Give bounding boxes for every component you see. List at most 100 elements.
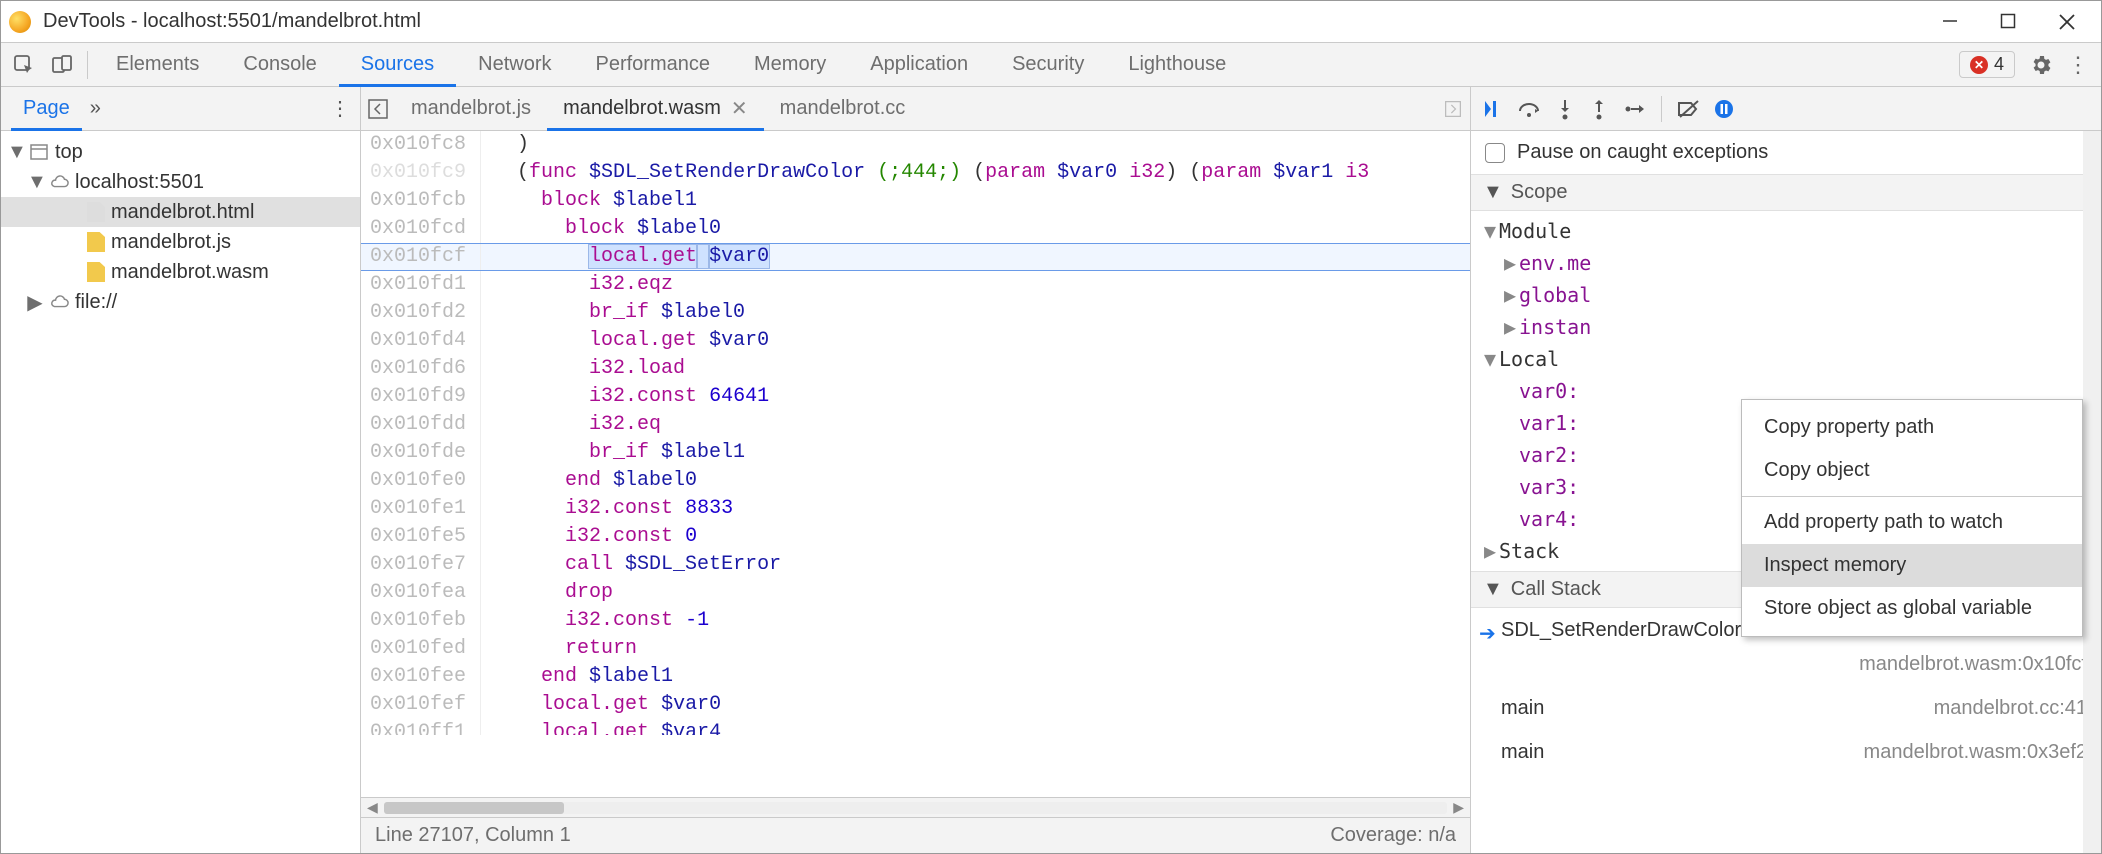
panel-tab-console[interactable]: Console — [221, 43, 338, 86]
panel-tabs: ElementsConsoleSourcesNetworkPerformance… — [1, 43, 2101, 87]
call-stack-frame[interactable]: mainmandelbrot.cc:41 — [1471, 686, 2101, 730]
code-line[interactable]: 0x010fd4 local.get $var0 — [361, 327, 1470, 355]
scope-item[interactable]: ▶env.me — [1471, 247, 2101, 279]
code-line[interactable]: 0x010fcf local.get $var0 — [361, 243, 1470, 271]
error-count-badge[interactable]: ✕ 4 — [1959, 51, 2015, 78]
kebab-menu-icon[interactable]: ⋮ — [2067, 52, 2089, 78]
vertical-scrollbar[interactable] — [2083, 131, 2101, 853]
code-line[interactable]: 0x010fd9 i32.const 64641 — [361, 383, 1470, 411]
code-line[interactable]: 0x010fcb block $label1 — [361, 187, 1470, 215]
devtools-window: DevTools - localhost:5501/mandelbrot.htm… — [0, 0, 2102, 854]
deactivate-breakpoints-icon[interactable] — [1676, 98, 1700, 120]
error-count: 4 — [1994, 54, 2004, 75]
code-line[interactable]: 0x010fd2 br_if $label0 — [361, 299, 1470, 327]
close-button[interactable] — [2057, 12, 2077, 32]
horizontal-scrollbar[interactable]: ◀▶ — [361, 797, 1470, 817]
scope-item[interactable]: ▶global — [1471, 279, 2101, 311]
tree-file[interactable]: mandelbrot.html — [1, 197, 360, 227]
tree-top-frame[interactable]: ▼ top — [1, 137, 360, 167]
panel-tab-lighthouse[interactable]: Lighthouse — [1106, 43, 1248, 86]
context-menu-item[interactable]: Copy property path — [1742, 406, 2082, 449]
navigator-tab-page[interactable]: Page — [11, 87, 82, 130]
scope-item[interactable]: ▶instan — [1471, 311, 2101, 343]
tree-file-scheme[interactable]: ▶ file:// — [1, 287, 360, 317]
code-line[interactable]: 0x010fe0 end $label0 — [361, 467, 1470, 495]
panel-tab-memory[interactable]: Memory — [732, 43, 848, 86]
code-line[interactable]: 0x010fee end $label1 — [361, 663, 1470, 691]
panel-tab-elements[interactable]: Elements — [94, 43, 221, 86]
call-stack-frame[interactable]: main mandelbrot.wasm:0x3ef2 — [1471, 730, 2101, 774]
scope-header[interactable]: ▼ Scope — [1471, 174, 2101, 211]
step-over-icon[interactable] — [1517, 98, 1541, 120]
code-line[interactable]: 0x010fe1 i32.const 8833 — [361, 495, 1470, 523]
step-icon[interactable] — [1623, 98, 1647, 120]
close-icon[interactable]: ✕ — [731, 96, 748, 121]
tree-file[interactable]: mandelbrot.wasm — [1, 257, 360, 287]
step-into-icon[interactable] — [1555, 98, 1575, 120]
code-line[interactable]: 0x010fc8 ) — [361, 131, 1470, 159]
frame-location: mandelbrot.wasm:0x10fcf — [1501, 648, 2087, 680]
code-line[interactable]: 0x010fcd block $label0 — [361, 215, 1470, 243]
cloud-icon — [49, 292, 69, 312]
tree-label: mandelbrot.wasm — [111, 261, 269, 284]
frame-location: mandelbrot.wasm:0x3ef2 — [1864, 736, 2087, 768]
file-tab[interactable]: mandelbrot.js — [395, 87, 547, 130]
step-out-icon[interactable] — [1589, 98, 1609, 120]
file-tab-label: mandelbrot.wasm — [563, 97, 721, 120]
file-tab-label: mandelbrot.js — [411, 97, 531, 120]
scope-module[interactable]: ▼Module — [1471, 215, 2101, 247]
app-icon — [9, 11, 31, 33]
file-tree: ▼ top ▼ localhost:5501 mandelbrot.htmlma… — [1, 131, 360, 853]
navigator-panel: Page » ⋮ ▼ top ▼ localhost:5501 mandelbr… — [1, 87, 361, 853]
context-menu-item[interactable]: Inspect memory — [1742, 544, 2082, 587]
code-line[interactable]: 0x010fea drop — [361, 579, 1470, 607]
code-line[interactable]: 0x010ff1 local.get $var4 — [361, 719, 1470, 735]
file-icon — [87, 232, 105, 252]
panel-tab-application[interactable]: Application — [848, 43, 990, 86]
code-line[interactable]: 0x010fdd i32.eq — [361, 411, 1470, 439]
pause-on-exceptions-checkbox[interactable]: Pause on caught exceptions — [1471, 131, 2101, 174]
code-editor[interactable]: 0x010fc8 )0x010fc9 (func $SDL_SetRenderD… — [361, 131, 1470, 797]
context-menu-item[interactable]: Store object as global variable — [1742, 587, 2082, 630]
panel-tab-performance[interactable]: Performance — [574, 43, 733, 86]
code-line[interactable]: 0x010fc9 (func $SDL_SetRenderDrawColor (… — [361, 159, 1470, 187]
resume-icon[interactable] — [1481, 98, 1503, 120]
navigator-more-tabs[interactable]: » — [82, 97, 109, 120]
nav-back-icon[interactable] — [361, 92, 395, 126]
settings-icon[interactable] — [2029, 53, 2053, 77]
panel-tab-sources[interactable]: Sources — [339, 43, 456, 86]
code-line[interactable]: 0x010fd6 i32.load — [361, 355, 1470, 383]
cursor-position: Line 27107, Column 1 — [375, 824, 571, 847]
inspect-element-icon[interactable] — [5, 45, 43, 85]
status-bar: Line 27107, Column 1 Coverage: n/a — [361, 817, 1470, 853]
context-menu-item[interactable]: Copy object — [1742, 449, 2082, 492]
code-line[interactable]: 0x010fd1 i32.eqz — [361, 271, 1470, 299]
code-line[interactable]: 0x010fe5 i32.const 0 — [361, 523, 1470, 551]
minimize-button[interactable] — [1941, 12, 1959, 32]
tree-origin[interactable]: ▼ localhost:5501 — [1, 167, 360, 197]
context-menu-item[interactable]: Add property path to watch — [1742, 501, 2082, 544]
frame-function: main — [1501, 692, 1544, 724]
code-line[interactable]: 0x010fde br_if $label1 — [361, 439, 1470, 467]
code-line[interactable]: 0x010fe7 call $SDL_SetError — [361, 551, 1470, 579]
file-tab[interactable]: mandelbrot.wasm ✕ — [547, 87, 764, 130]
navigator-menu-icon[interactable]: ⋮ — [330, 96, 350, 121]
device-toolbar-icon[interactable] — [43, 45, 81, 85]
nav-fwd-icon[interactable] — [1436, 92, 1470, 126]
code-line[interactable]: 0x010fef local.get $var0 — [361, 691, 1470, 719]
source-panel: mandelbrot.jsmandelbrot.wasm✕mandelbrot.… — [361, 87, 1471, 853]
code-line[interactable]: 0x010fed return — [361, 635, 1470, 663]
pause-exceptions-icon[interactable] — [1714, 99, 1734, 119]
cloud-icon — [49, 172, 69, 192]
file-tabs: mandelbrot.jsmandelbrot.wasm✕mandelbrot.… — [361, 87, 1470, 131]
panel-tab-security[interactable]: Security — [990, 43, 1106, 86]
panel-tab-network[interactable]: Network — [456, 43, 573, 86]
maximize-button[interactable] — [1999, 12, 2017, 32]
code-line[interactable]: 0x010feb i32.const -1 — [361, 607, 1470, 635]
scope-local[interactable]: ▼Local — [1471, 343, 2101, 375]
frame-icon — [29, 142, 49, 162]
frame-function: main — [1501, 736, 1544, 768]
file-tab[interactable]: mandelbrot.cc — [764, 87, 922, 130]
tree-file[interactable]: mandelbrot.js — [1, 227, 360, 257]
context-menu: Copy property pathCopy object Add propert… — [1741, 399, 2083, 637]
